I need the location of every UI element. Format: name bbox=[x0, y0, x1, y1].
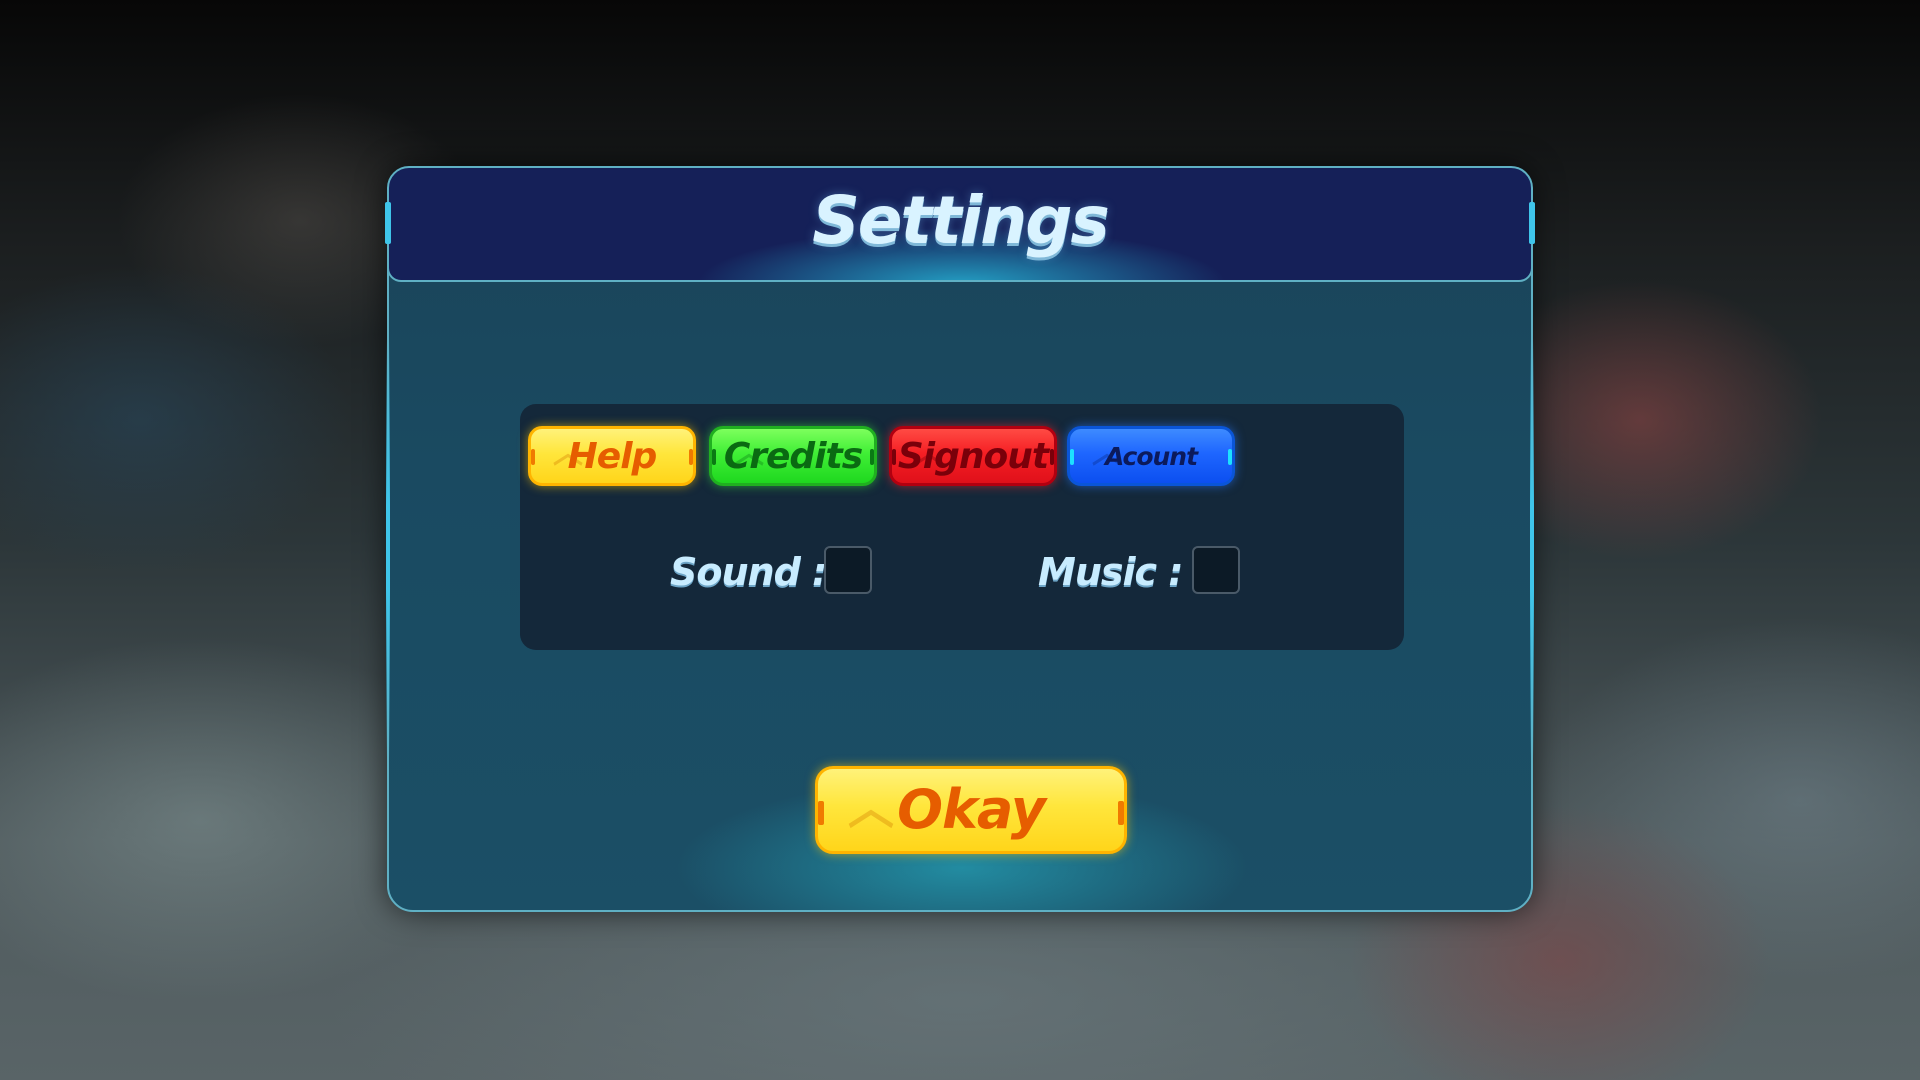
music-label: Music : bbox=[1038, 550, 1183, 594]
account-settings-button[interactable]: ︿ Acount settings bbox=[1067, 426, 1235, 486]
credits-button-label: Credits bbox=[723, 436, 863, 477]
signout-button[interactable]: ︿ Signout bbox=[889, 426, 1057, 486]
help-button[interactable]: ︿ Help bbox=[528, 426, 696, 486]
dialog-header: Settings bbox=[385, 166, 1535, 282]
okay-button-label: Okay bbox=[897, 778, 1046, 841]
okay-button[interactable]: ︿ Okay bbox=[815, 766, 1127, 854]
help-button-label: Help bbox=[567, 436, 658, 477]
dialog-title: Settings bbox=[812, 182, 1110, 259]
chevron-up-icon: ︿ bbox=[848, 781, 894, 835]
sound-checkbox[interactable] bbox=[824, 546, 872, 594]
account-settings-button-label: Acount settings bbox=[1104, 442, 1198, 471]
settings-dialog: Settings ︿ Help ︿ Credits ︿ Signout ︿ Ac… bbox=[385, 166, 1535, 912]
sound-label: Sound : bbox=[670, 550, 827, 594]
settings-options-panel: ︿ Help ︿ Credits ︿ Signout ︿ Acount sett… bbox=[520, 404, 1404, 650]
music-checkbox[interactable] bbox=[1192, 546, 1240, 594]
credits-button[interactable]: ︿ Credits bbox=[709, 426, 877, 486]
signout-button-label: Signout bbox=[897, 436, 1049, 477]
